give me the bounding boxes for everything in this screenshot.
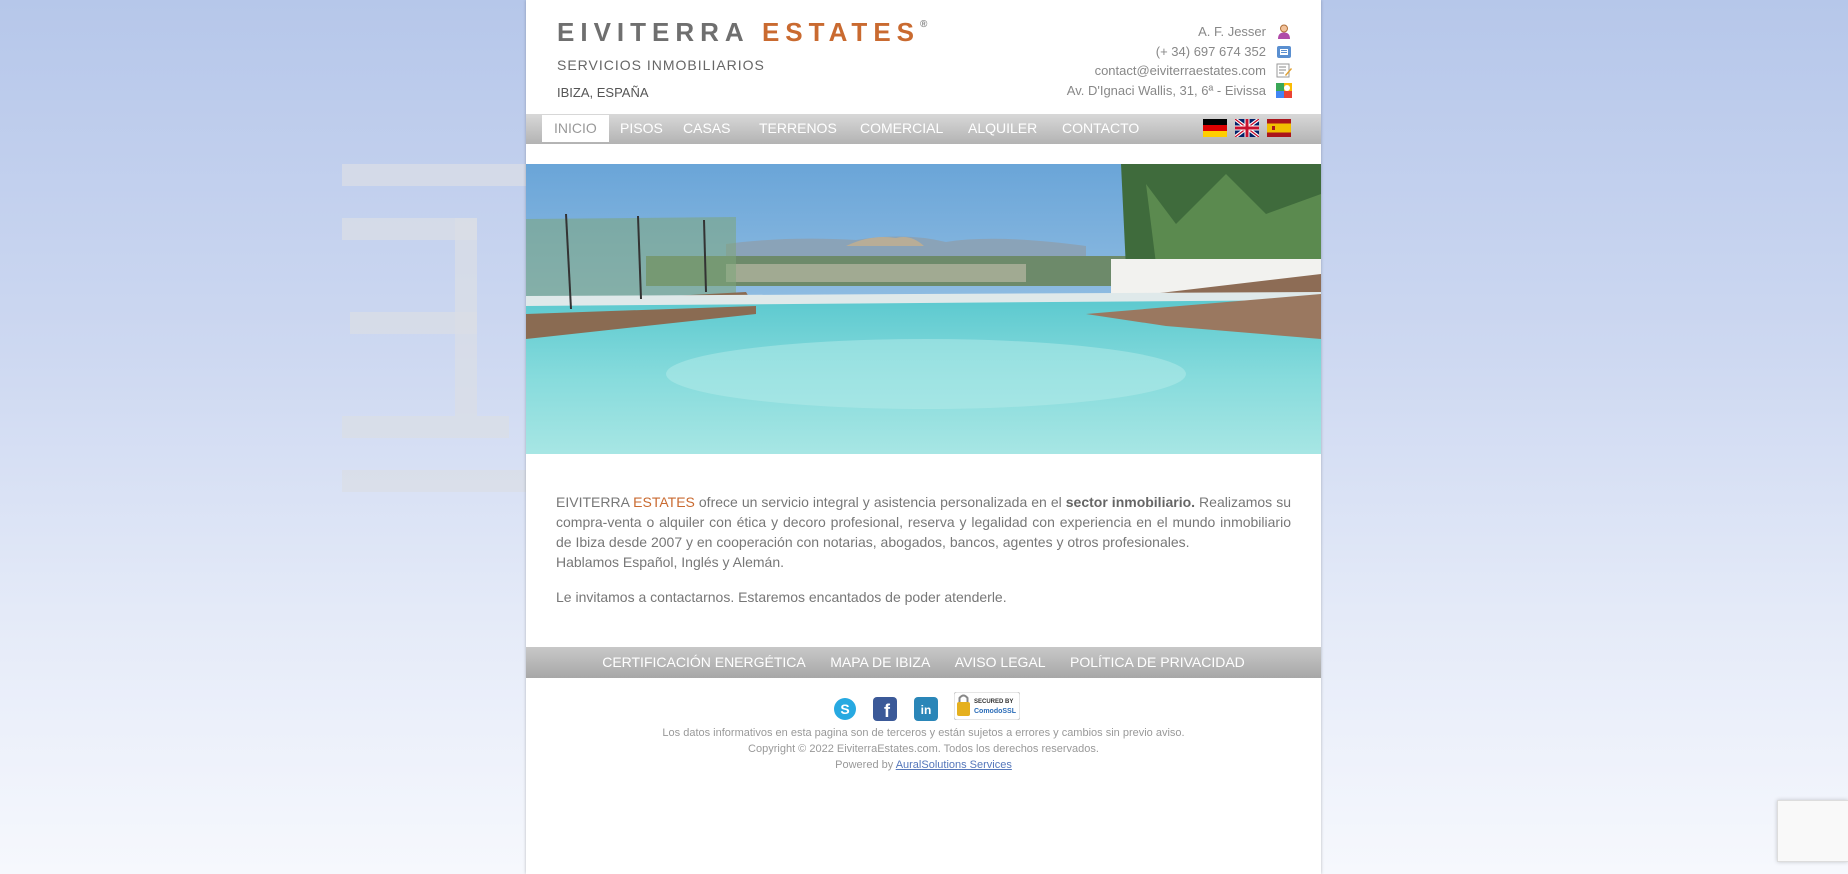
nav-item-contacto[interactable]: CONTACTO xyxy=(1050,114,1151,142)
footer-link-mapa[interactable]: MAPA DE IBIZA xyxy=(830,647,930,678)
svg-text:in: in xyxy=(920,703,931,717)
disclaimer: Los datos informativos en esta pagina so… xyxy=(662,727,1185,739)
contact-address-text[interactable]: Av. D'Ignaci Wallis, 31, 6ª - Eivissa xyxy=(1067,83,1266,98)
footer-nav: CERTIFICACIÓN ENERGÉTICA MAPA DE IBIZA A… xyxy=(526,647,1321,678)
social-links: S f in SECURED BY ComodoSSL xyxy=(526,691,1321,725)
intro-paragraph: EIVITERRA ESTATES ofrece un servicio int… xyxy=(556,492,1291,552)
intro-invite: Le invitamos a contactarnos. Estaremos e… xyxy=(556,589,1007,605)
contact-email-text[interactable]: contact@eiviterraestates.com xyxy=(1095,63,1266,78)
ssl-badge-line1: SECURED BY xyxy=(974,699,1013,705)
spanish-flag-icon[interactable] xyxy=(1267,119,1291,137)
recaptcha-badge[interactable] xyxy=(1777,800,1848,862)
contact-person-text: A. F. Jesser xyxy=(1198,24,1266,40)
brand-name-part1: EIVITERRA xyxy=(557,17,749,47)
contact-address[interactable]: Av. D'Ignaci Wallis, 31, 6ª - Eivissa xyxy=(1067,81,1292,101)
brand-name-part2: ESTATES xyxy=(761,17,921,47)
brand-subtitle: SERVICIOS INMOBILIARIOS xyxy=(557,57,765,73)
intro-bold: sector inmobiliario. xyxy=(1065,494,1196,510)
nav-item-pisos[interactable]: PISOS xyxy=(608,114,675,142)
facebook-icon[interactable]: f xyxy=(873,696,898,721)
footer-link-certificacion[interactable]: CERTIFICACIÓN ENERGÉTICA xyxy=(602,647,806,678)
nav-item-comercial[interactable]: COMERCIAL xyxy=(848,114,955,142)
contact-phone[interactable]: (+ 34) 697 674 352 xyxy=(1067,42,1292,62)
page-container: EIVITERRA ESTATES® SERVICIOS INMOBILIARI… xyxy=(526,0,1321,874)
linkedin-icon[interactable]: in xyxy=(913,696,938,721)
nav-item-alquiler[interactable]: ALQUILER xyxy=(956,114,1049,142)
phone-icon xyxy=(1276,44,1292,59)
intro-brand-part1: EIVITERRA xyxy=(556,494,630,510)
intro-text: EIVITERRA ESTATES ofrece un servicio int… xyxy=(556,492,1291,607)
powered-by: Powered by AuralSolutions Services xyxy=(526,757,1321,773)
footer-link-privacidad[interactable]: POLÍTICA DE PRIVACIDAD xyxy=(1070,647,1245,678)
nav-item-casas[interactable]: CASAS xyxy=(671,114,742,142)
nav-item-inicio[interactable]: INICIO xyxy=(542,115,609,142)
hero-image xyxy=(526,164,1321,454)
main-nav: INICIO PISOS CASAS TERRENOS COMERCIAL AL… xyxy=(526,114,1321,144)
fine-print: Los datos informativos en esta pagina so… xyxy=(526,725,1321,773)
person-icon xyxy=(1276,24,1292,40)
ssl-badge[interactable]: SECURED BY ComodoSSL xyxy=(953,691,1021,725)
powered-by-prefix: Powered by xyxy=(835,759,894,771)
contact-block: A. F. Jesser (+ 34) 697 674 352 contact@… xyxy=(1067,22,1292,100)
contact-phone-text[interactable]: (+ 34) 697 674 352 xyxy=(1156,44,1266,59)
registered-mark: ® xyxy=(920,19,928,30)
intro-text-1: ofrece un servicio integral y asistencia… xyxy=(698,494,1062,510)
nav-item-terrenos[interactable]: TERRENOS xyxy=(747,114,849,142)
powered-by-link[interactable]: AuralSolutions Services xyxy=(896,759,1012,771)
footer-link-aviso-legal[interactable]: AVISO LEGAL xyxy=(955,647,1046,678)
intro-brand-part2: ESTATES xyxy=(633,494,695,510)
uk-flag-icon[interactable] xyxy=(1233,117,1261,139)
svg-text:S: S xyxy=(840,701,849,717)
brand-location: IBIZA, ESPAÑA xyxy=(557,85,649,100)
brand-header: EIVITERRA ESTATES® SERVICIOS INMOBILIARI… xyxy=(557,17,927,100)
copyright: Copyright © 2022 EiviterraEstates.com. T… xyxy=(748,743,1099,755)
skype-icon[interactable]: S xyxy=(833,697,857,721)
intro-languages: Hablamos Español, Inglés y Alemán. xyxy=(556,554,785,570)
german-flag-icon[interactable] xyxy=(1203,119,1227,137)
ssl-badge-line2: ComodoSSL xyxy=(974,708,1017,715)
svg-text:f: f xyxy=(884,701,891,721)
contact-email[interactable]: contact@eiviterraestates.com xyxy=(1067,61,1292,81)
edit-note-icon xyxy=(1276,63,1292,78)
contact-person: A. F. Jesser xyxy=(1067,22,1292,42)
site-logo[interactable]: EIVITERRA ESTATES® xyxy=(557,17,927,48)
map-pin-icon xyxy=(1276,82,1292,98)
